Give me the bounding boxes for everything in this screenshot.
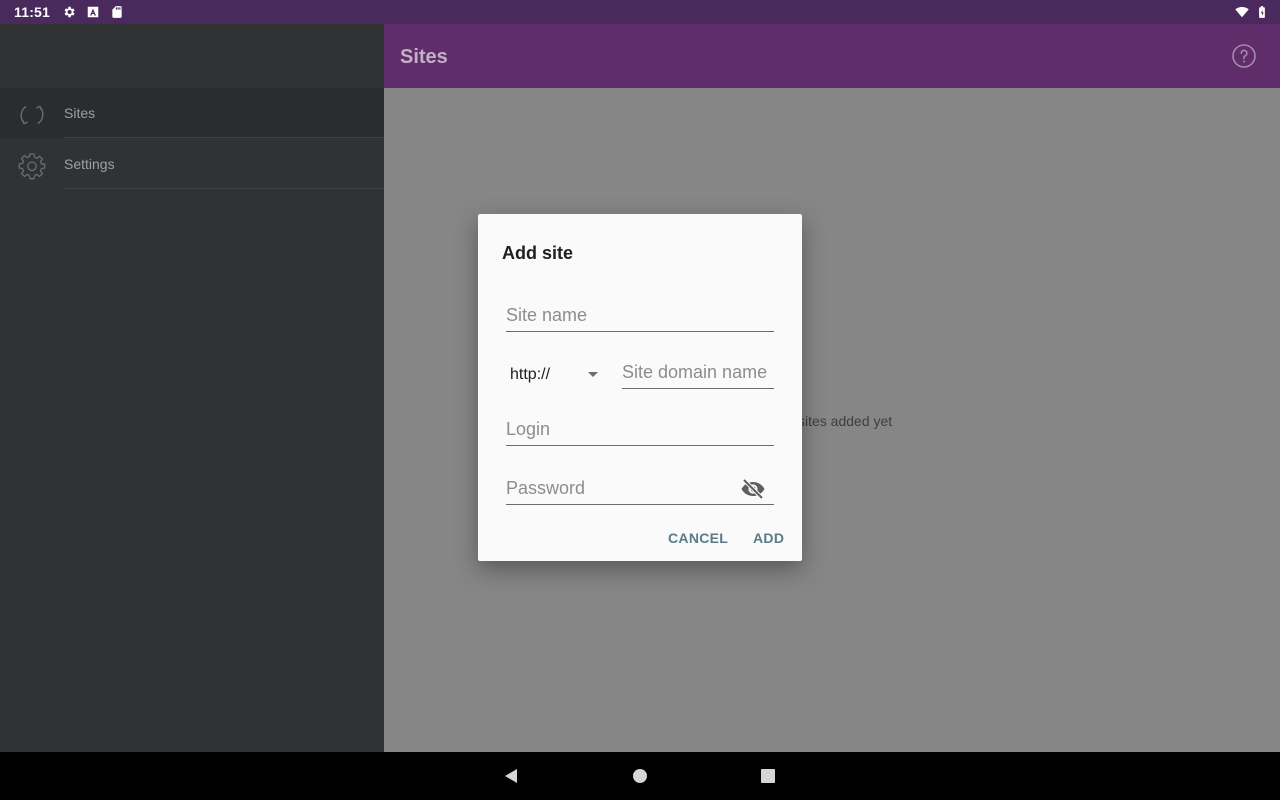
drawer-item-sites[interactable]: Sites [0, 88, 384, 138]
cancel-button[interactable]: CANCEL [668, 530, 728, 546]
a-icon [87, 6, 99, 18]
drawer-item-label: Sites [64, 105, 96, 121]
battery-icon [1259, 6, 1265, 18]
divider [64, 188, 384, 189]
login-input[interactable] [506, 420, 774, 446]
drawer-item-settings[interactable]: Settings [0, 139, 384, 189]
eye-off-icon[interactable] [740, 478, 766, 500]
system-nav-bar [0, 752, 1280, 800]
gear-icon [18, 153, 46, 180]
navigation-drawer: Sites Settings [0, 24, 384, 752]
home-icon[interactable] [630, 766, 650, 786]
scheme-value: http:// [510, 366, 551, 383]
back-icon[interactable] [502, 766, 522, 786]
chevron-down-icon [588, 372, 598, 377]
sync-icon [20, 105, 44, 125]
scheme-dropdown[interactable]: http:// [506, 365, 602, 385]
sd-card-icon [112, 6, 122, 18]
gear-icon [64, 6, 75, 18]
drawer-item-label: Settings [64, 156, 115, 172]
site-domain-input[interactable] [622, 363, 774, 389]
password-input[interactable] [506, 478, 774, 505]
app-bar: Sites [384, 24, 1280, 88]
app-title: Sites [400, 46, 448, 68]
status-bar: 11:51 [0, 0, 1280, 24]
add-site-dialog: Add site http:// CANCEL ADD [478, 214, 802, 561]
wifi-icon [1235, 7, 1249, 18]
site-name-input[interactable] [506, 306, 774, 332]
status-time: 11:51 [14, 4, 51, 20]
dialog-title: Add site [502, 243, 574, 263]
add-button[interactable]: ADD [753, 530, 784, 546]
empty-state-text: sites added yet [798, 413, 893, 429]
help-circle-icon[interactable] [1232, 44, 1256, 68]
recents-icon[interactable] [758, 766, 778, 786]
divider [64, 137, 384, 138]
